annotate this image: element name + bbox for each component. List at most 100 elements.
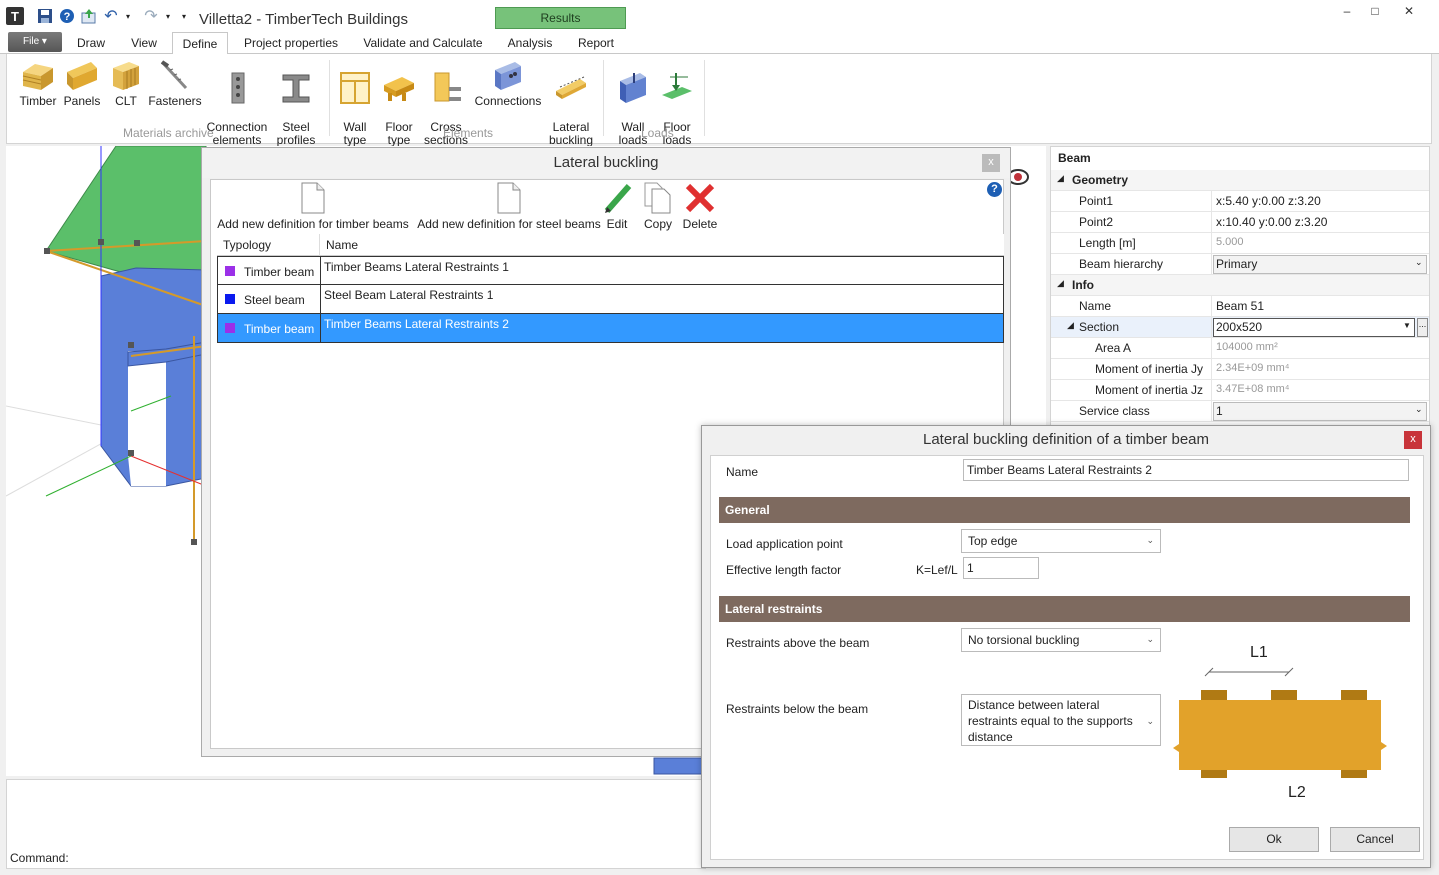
edit-label: Edit bbox=[606, 217, 628, 231]
row-name: Timber Beams Lateral Restraints 2 bbox=[324, 317, 509, 331]
redo-icon[interactable]: ↷ bbox=[142, 7, 160, 25]
maximize-button[interactable]: □ bbox=[1362, 4, 1388, 22]
undo-icon[interactable]: ↶ bbox=[102, 7, 120, 25]
customize-dropdown-icon[interactable]: ▾ bbox=[180, 7, 188, 25]
clt-button[interactable]: CLT bbox=[107, 58, 145, 108]
effective-length-factor-label: Effective length factor bbox=[726, 563, 842, 577]
geometry-group[interactable]: ◢ Geometry bbox=[1051, 170, 1429, 191]
restraints-below-value: Distance between lateral restraints equa… bbox=[968, 698, 1133, 744]
tab-view[interactable]: View bbox=[126, 35, 162, 55]
tab-project-properties[interactable]: Project properties bbox=[238, 35, 344, 55]
ok-button[interactable]: Ok bbox=[1229, 827, 1319, 852]
group-separator bbox=[329, 60, 330, 136]
new-document-icon bbox=[497, 182, 521, 214]
tab-validate-calculate[interactable]: Validate and Calculate bbox=[358, 35, 488, 55]
typology-color-swatch bbox=[225, 266, 235, 276]
k-factor-input[interactable]: 1 bbox=[963, 557, 1039, 579]
ribbon-tabs: File ▾ Draw View Define Project properti… bbox=[0, 32, 1439, 55]
panels-icon bbox=[65, 58, 99, 92]
name-input[interactable]: Timber Beams Lateral Restraints 2 bbox=[963, 459, 1409, 481]
connection-elements-button[interactable]: Connection elements bbox=[203, 58, 271, 160]
beam-restraints-diagram bbox=[1173, 667, 1387, 778]
window-title: Villetta2 - TimberTech Buildings bbox=[199, 11, 408, 28]
edit-button[interactable]: Edit bbox=[603, 182, 632, 231]
results-context-tab[interactable]: Results bbox=[495, 7, 626, 29]
floor-loads-button[interactable]: Floor loads bbox=[657, 58, 697, 160]
command-input[interactable] bbox=[69, 846, 699, 866]
name-label: Name bbox=[1079, 299, 1112, 313]
area-label: Area A bbox=[1095, 341, 1132, 355]
connections-icon bbox=[491, 58, 525, 92]
name-value[interactable]: Beam 51 bbox=[1216, 299, 1264, 313]
inertia-jz-value: 3.47E+08 mm⁴ bbox=[1216, 383, 1290, 395]
group-materials-archive: Materials archive bbox=[123, 126, 214, 140]
save-icon[interactable] bbox=[36, 7, 54, 25]
restraints-above-select[interactable]: No torsional buckling ⌄ bbox=[961, 628, 1161, 652]
copy-button[interactable]: Copy bbox=[641, 182, 675, 231]
chevron-down-icon: ⌄ bbox=[1146, 535, 1154, 545]
panels-button[interactable]: Panels bbox=[61, 58, 103, 108]
floor-type-button[interactable]: Floor type bbox=[379, 58, 419, 160]
section-browse-button[interactable]: ... bbox=[1417, 318, 1428, 337]
undo-dropdown-icon[interactable]: ▾ bbox=[124, 7, 132, 25]
tab-report[interactable]: Report bbox=[570, 35, 622, 55]
cross-sections-button[interactable]: Cross sections bbox=[421, 58, 471, 160]
table-row-selected[interactable]: Timber beam Timber Beams Lateral Restrai… bbox=[217, 314, 1004, 343]
wall-type-label: Wall type bbox=[343, 120, 367, 147]
row-name: Steel Beam Lateral Restraints 1 bbox=[324, 288, 494, 302]
restraints-above-label: Restraints above the beam bbox=[726, 636, 870, 650]
steel-profiles-icon bbox=[279, 71, 313, 105]
export-icon[interactable] bbox=[80, 7, 98, 25]
tab-draw[interactable]: Draw bbox=[72, 35, 110, 55]
app-icon[interactable]: T bbox=[6, 7, 24, 25]
timber-icon bbox=[21, 58, 55, 92]
restraints-below-select[interactable]: Distance between lateral restraints equa… bbox=[961, 694, 1161, 746]
redo-dropdown-icon[interactable]: ▾ bbox=[164, 7, 172, 25]
close-button[interactable]: ✕ bbox=[1396, 4, 1422, 22]
definitions-table: Typology Name Timber beam Timber Beams L… bbox=[217, 234, 1004, 346]
definition-close-button[interactable]: x bbox=[1404, 431, 1422, 449]
tab-analysis[interactable]: Analysis bbox=[502, 35, 558, 55]
help-icon[interactable]: ? bbox=[987, 182, 1002, 197]
column-header-typology[interactable]: Typology bbox=[217, 234, 320, 256]
load-application-point-select[interactable]: Top edge ⌄ bbox=[961, 529, 1161, 553]
add-steel-definition-button[interactable]: Add new definition for steel beams bbox=[415, 182, 603, 231]
lateral-buckling-button[interactable]: Lateral buckling bbox=[545, 58, 597, 160]
cancel-button[interactable]: Cancel bbox=[1330, 827, 1420, 852]
fasteners-button[interactable]: Fasteners bbox=[147, 58, 203, 108]
table-row[interactable]: Steel beam Steel Beam Lateral Restraints… bbox=[217, 285, 1004, 314]
inertia-jz-row: Moment of inertia Jz 3.47E+08 mm⁴ bbox=[1051, 380, 1429, 401]
load-application-point-value: Top edge bbox=[968, 534, 1018, 548]
tab-define[interactable]: Define bbox=[172, 32, 228, 55]
connections-button[interactable]: Connections bbox=[473, 58, 543, 108]
lateral-buckling-close-button[interactable]: x bbox=[982, 154, 1000, 172]
service-class-select[interactable] bbox=[1213, 402, 1427, 421]
add-timber-definition-button[interactable]: Add new definition for timber beams bbox=[213, 182, 413, 231]
wall-loads-icon bbox=[616, 71, 650, 105]
collapse-icon[interactable]: ◢ bbox=[1067, 320, 1074, 331]
pencil-icon bbox=[604, 184, 632, 213]
group-separator bbox=[603, 60, 604, 136]
file-menu-button[interactable]: File ▾ bbox=[8, 32, 62, 52]
collapse-icon[interactable]: ◢ bbox=[1057, 278, 1064, 289]
point2-value[interactable]: x:10.40 y:0.00 z:3.20 bbox=[1216, 215, 1327, 229]
wall-type-button[interactable]: Wall type bbox=[335, 58, 375, 160]
timber-button[interactable]: Timber bbox=[15, 58, 61, 108]
section-label: Section bbox=[1079, 320, 1120, 334]
steel-profiles-button[interactable]: Steel profiles bbox=[273, 58, 319, 160]
point1-value[interactable]: x:5.40 y:0.00 z:3.20 bbox=[1216, 194, 1321, 208]
name-label: Name bbox=[726, 465, 759, 479]
chevron-down-icon: ⌄ bbox=[1415, 257, 1423, 267]
column-header-name[interactable]: Name bbox=[320, 234, 1004, 256]
k-formula-label: K=Lef/L bbox=[916, 563, 958, 577]
help-icon[interactable]: ? bbox=[58, 7, 76, 25]
wall-loads-button[interactable]: Wall loads bbox=[613, 58, 653, 160]
beam-hierarchy-label: Beam hierarchy bbox=[1079, 257, 1164, 271]
delete-button[interactable]: Delete bbox=[681, 182, 719, 231]
collapse-icon[interactable]: ◢ bbox=[1057, 173, 1064, 184]
minimize-button[interactable]: – bbox=[1334, 4, 1360, 22]
info-group[interactable]: ◢ Info bbox=[1051, 275, 1429, 296]
table-row[interactable]: Timber beam Timber Beams Lateral Restrai… bbox=[217, 256, 1004, 285]
fasteners-icon bbox=[158, 58, 192, 92]
section-row: ◢ Section 200x520 ▼ ... bbox=[1051, 317, 1429, 338]
